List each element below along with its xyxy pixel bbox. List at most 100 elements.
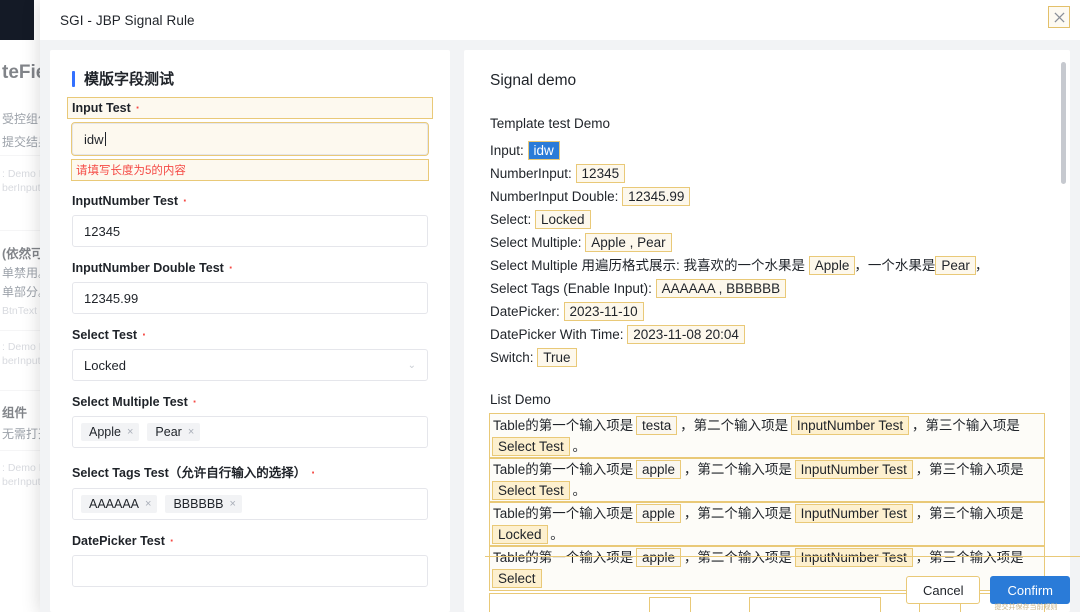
preview-kv-key: Select: [490,212,536,227]
tag-chip[interactable]: BBBBBB × [165,495,242,513]
field-error-message: 请填写长度为5的内容 [71,159,429,181]
list-row-text: 。 [546,527,564,542]
preview-scrollbar[interactable] [1061,62,1066,184]
preview-kv-row: Select: Locked [490,209,1044,230]
form-field: InputNumber Double Test · 12345.99 [72,261,428,314]
traverse-value-2: Pear [935,256,976,275]
tag-label: BBBBBB [173,497,224,511]
preview-kv-row: Select Tags (Enable Input): AAAAAA , BBB… [490,278,1044,299]
text-input[interactable]: idw [71,122,429,156]
form-field: Select Multiple Test · Apple × Pear × [72,395,428,448]
tag-chip[interactable]: Apple × [81,423,140,441]
list-row-text: Table的第一个输入项是 [493,462,638,477]
input-value: idw [84,131,104,147]
preview-kv-row: Select Multiple: Apple , Pear [490,232,1044,253]
traverse-suffix: ， [974,258,989,273]
required-marker: · [135,100,141,115]
list-row-text: Table的第一个输入项是 [493,418,638,433]
list-row-value-2: InputNumber Test [794,548,913,567]
background-divider [0,450,44,451]
preview-kv-row: NumberInput: 12345 [490,163,1044,184]
tag-remove-icon[interactable]: × [188,426,194,438]
text-input[interactable]: 12345.99 [72,282,428,314]
preview-kv-key: Select Tags (Enable Input): [490,281,656,296]
preview-kv-key: NumberInput: [490,166,576,181]
tag-remove-icon[interactable]: × [145,498,151,510]
cancel-button[interactable]: Cancel [906,576,981,604]
preview-kv-value: 12345 [575,164,626,183]
list-row-text: Table的第一个输入项是 [493,550,638,565]
list-row-text: 。 [568,483,587,498]
list-row-value-3: Select [492,569,542,588]
date-input[interactable] [72,555,428,587]
tag-label: AAAAAA [89,497,140,511]
tags-input[interactable]: AAAAAA × BBBBBB × [72,488,428,520]
modal-body: 模版字段测试 Input Test · idw 请填写长度为5的内容 InputNumb… [40,40,1080,612]
preview-kv-key: Input: [490,143,528,158]
preview-kv-row: DatePicker With Time: 2023-11-08 20:04 [490,324,1044,345]
preview-kv-value: 2023-11-10 [563,302,644,321]
close-icon[interactable] [1048,6,1070,28]
list-row-value-2: InputNumber Test [794,504,913,523]
list-row-value-2: InputNumber Test [790,416,910,435]
preview-kv-row: DatePicker: 2023-11-10 [490,301,1044,322]
list-row-text: ，第三个输入项是 [911,550,1024,565]
form-field: DatePicker Test · [72,534,428,587]
field-label: InputNumber Double Test · [72,261,428,275]
background-divider [0,330,44,331]
list-row-text: Table的第一个输入项是 [493,506,638,521]
list-demo-row: Table的第一个输入项是 apple ，第二个输入项是 InputNumber… [489,501,1045,547]
input-value: 12345 [84,223,121,239]
text-input[interactable]: 12345 [72,215,428,247]
list-row-value-3: Select Test [492,437,570,456]
preview-kv-row: NumberInput Double: 12345.99 [490,186,1044,207]
preview-kv-key: Select Multiple: [490,235,586,250]
field-label: Select Test · [72,328,428,342]
section-title-label: 模版字段测试 [84,71,175,88]
tags-input[interactable]: Apple × Pear × [72,416,428,448]
preview-kv-value: True [537,348,577,367]
screen: teField 受控组件 提交结果: Demo In berInput L (依然可 单禁… [0,0,1080,612]
required-marker: · [142,327,147,342]
preview-kv-value: 2023-11-08 20:04 [627,325,745,344]
list-row-text: ，第二个输入项是 [676,418,792,433]
traverse-prefix: Select Multiple 用遍历格式展示: 我喜欢的一个水果是 [490,258,809,273]
tag-label: Pear [155,425,182,439]
list-row-text: 。 [568,439,587,454]
tag-remove-icon[interactable]: × [127,426,133,438]
list-block-title: List Demo [490,392,551,407]
list-row-value-2: InputNumber Test [794,460,913,479]
background-divider [0,155,44,156]
template-rows: Input: idw NumberInput: 12345 NumberInput … [490,140,1044,368]
template-block-title: Template test Demo [490,116,611,131]
required-marker: · [311,465,316,480]
tag-chip[interactable]: AAAAAA × [81,495,158,513]
preview-title: Signal demo [490,72,577,89]
confirm-note: 提交并保存当前规则 [994,604,1058,611]
list-row-text: ，第三个输入项是 [911,462,1024,477]
list-row-empty-slot [649,597,691,612]
list-row-empty-slot [749,597,881,612]
field-label-text: Select Tags Test（允许自行输入的选择） [72,466,307,480]
preview-kv-value: 12345.99 [622,187,691,206]
list-row-value-1: apple [636,548,682,567]
footer-highlight-line [485,556,1080,557]
preview-kv-key: DatePicker With Time: [490,327,628,342]
preview-kv-key: DatePicker: [490,304,564,319]
input-value: 12345.99 [84,290,139,306]
select-value: Locked [84,357,126,373]
tag-remove-icon[interactable]: × [230,498,236,510]
preview-kv-row: Switch: True [490,347,1044,368]
required-marker: · [192,394,198,409]
confirm-button[interactable]: Confirm [990,576,1070,604]
preview-panel: Signal demo Template test Demo Input: id… [464,50,1070,612]
background-text-line: (依然可 [2,247,44,261]
select-input[interactable]: Locked ⌄ [72,349,428,381]
list-row-value-3: Locked [492,525,548,544]
form-panel: 模版字段测试 Input Test · idw 请填写长度为5的内容 InputNumb… [50,50,450,612]
field-label-text: DatePicker Test [72,534,165,548]
field-label-text: Select Multiple Test [72,395,188,409]
tag-label: Apple [89,425,121,439]
field-label-text: Input Test [72,101,131,115]
tag-chip[interactable]: Pear × [147,423,201,441]
